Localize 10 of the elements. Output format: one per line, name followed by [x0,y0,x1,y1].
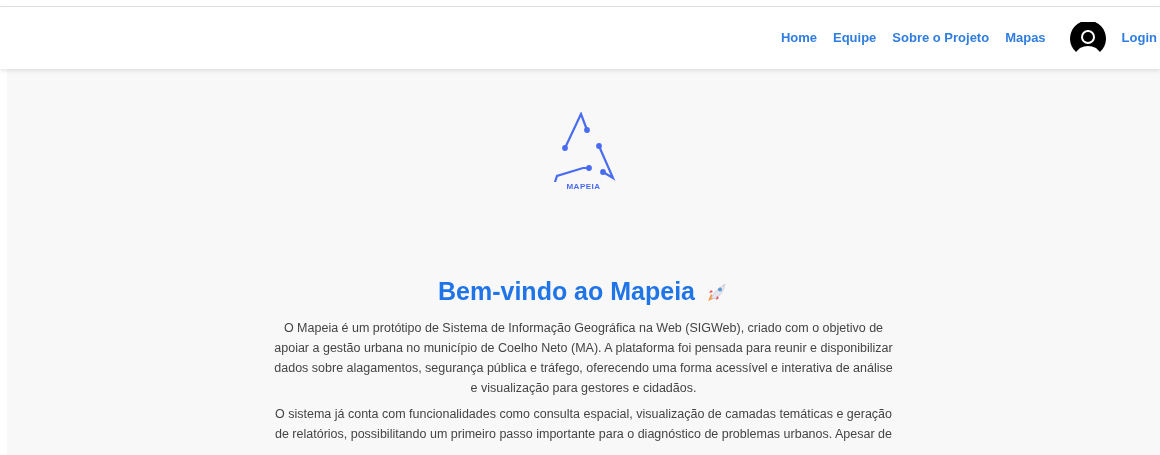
nav-link[interactable]: Sobre o Projeto [892,28,990,48]
page-heading: Bem-vindo ao Mapeia [438,279,695,304]
logo-text: MAPEIA [566,183,601,191]
intro-paragraph: O Mapeia é um protótipo de Sistema de Informação Geográfica na Web (SIGWeb), criado com o objetivo de apoiar a gestão urbana no município de Coelho Neto (MA). A plataforma foi pensada para reunir e disponibilizar dados sobre alagamentos, segurança pública e tráfego, oferecendo uma forma acessível e interativa de análise e visualização para gestores e cidadãos. [273,320,894,397]
login-link[interactable]: Login [1121,28,1157,48]
avatar-icon[interactable] [1067,22,1108,54]
nav-link[interactable]: Home [780,28,817,48]
intro-paragraph: O sistema já conta com funcionalidades como consulta espacial, visualização de camadas temáticas e geração de relatórios, possibilitando um primeiro passo importante para o diagnóstico de problemas urbanos. Apesar de [274,406,893,443]
nav-link[interactable]: Mapas [1005,28,1046,48]
nav-link[interactable]: Equipe [833,28,877,48]
